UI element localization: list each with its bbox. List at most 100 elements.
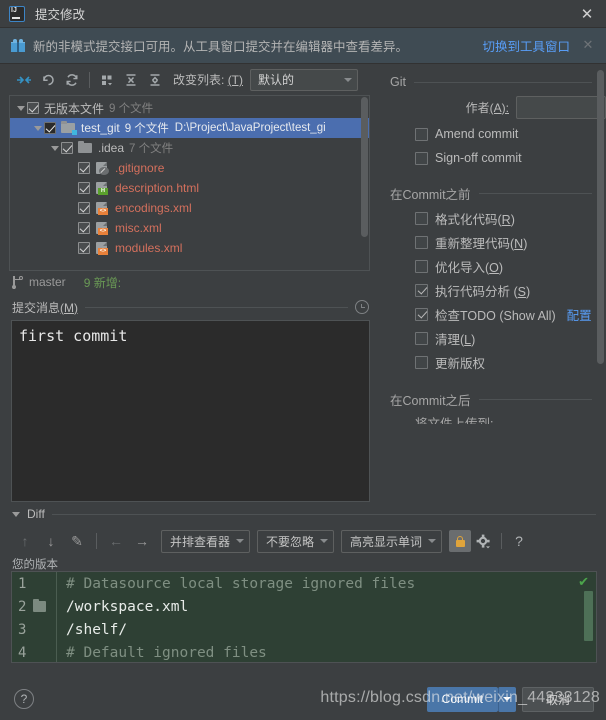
author-input[interactable] bbox=[516, 95, 606, 119]
chevron-down-icon bbox=[344, 77, 353, 82]
tree-row-icon: <> bbox=[95, 221, 110, 235]
commit-dropdown-button[interactable] bbox=[498, 686, 516, 712]
folder-icon bbox=[78, 140, 92, 153]
gear-icon[interactable] bbox=[471, 529, 495, 553]
diff-code-area[interactable]: # Datasource local storage ignored files… bbox=[56, 572, 596, 662]
tree-row-misc.xml[interactable]: <> misc.xml bbox=[10, 218, 369, 238]
expand-arrow-icon[interactable] bbox=[31, 125, 44, 131]
tree-row-.gitignore[interactable]: .gitignore bbox=[10, 158, 369, 178]
checkbox-box[interactable] bbox=[415, 283, 428, 297]
highlight-mode-dropdown[interactable]: 高亮显示单词 bbox=[341, 529, 443, 553]
line-number: 4 bbox=[18, 644, 27, 661]
tree-row-count: 7 个文件 bbox=[129, 143, 174, 155]
refresh-icon[interactable] bbox=[60, 68, 84, 92]
expand-all-icon[interactable] bbox=[119, 68, 143, 92]
chevron-down-icon[interactable] bbox=[12, 511, 20, 517]
checkbox-label: Amend commit bbox=[435, 127, 519, 141]
tree-row-.idea[interactable]: .idea 7 个文件 bbox=[10, 138, 369, 158]
check-todo-checkbox[interactable]: 检查TODO (Show All) 配置 bbox=[379, 302, 606, 326]
ignore-policy-dropdown[interactable]: 不要忽略 bbox=[257, 529, 335, 553]
diff-line-gutter: 4 bbox=[12, 641, 56, 662]
ignored-badge-icon bbox=[99, 167, 109, 175]
commit-message-value: first commit bbox=[19, 327, 128, 345]
checkbox-box[interactable] bbox=[415, 235, 428, 249]
diff-scrollbar[interactable] bbox=[584, 591, 593, 641]
optimize-imports-checkbox[interactable]: 优化导入(O) bbox=[379, 254, 606, 278]
accept-left-icon[interactable]: ← bbox=[103, 529, 129, 553]
author-label: 作者(A): bbox=[390, 99, 516, 116]
next-difference-icon[interactable]: ↓ bbox=[38, 529, 64, 553]
cancel-button[interactable]: 取消 bbox=[522, 686, 594, 712]
accept-right-icon[interactable]: → bbox=[129, 529, 155, 553]
chevron-down-icon bbox=[503, 697, 511, 701]
checkbox-box[interactable] bbox=[415, 151, 428, 165]
collapse-to-selection-icon[interactable] bbox=[12, 68, 36, 92]
changelist-dropdown[interactable]: 默认的 bbox=[250, 68, 359, 91]
question-mark-icon[interactable]: ? bbox=[508, 533, 530, 549]
banner-close-icon[interactable]: ✕ bbox=[578, 38, 598, 53]
dropdown-value: 高亮显示单词 bbox=[350, 534, 423, 549]
tree-row-checkbox[interactable] bbox=[78, 162, 90, 174]
tree-row-modules.xml[interactable]: <> modules.xml bbox=[10, 238, 369, 258]
tree-row-checkbox[interactable] bbox=[78, 222, 90, 234]
edit-source-icon[interactable]: ✎ bbox=[64, 529, 90, 553]
checkbox-box[interactable] bbox=[415, 307, 428, 321]
group-by-icon[interactable] bbox=[95, 68, 119, 92]
expand-arrow-icon[interactable] bbox=[48, 145, 61, 151]
rearrange-code-checkbox[interactable]: 重新整理代码(N) bbox=[379, 230, 606, 254]
help-button[interactable]: ? bbox=[14, 689, 34, 709]
changes-tree[interactable]: 无版本文件 9 个文件 test_git 9 个文件 D:\Project\JavaPr… bbox=[9, 95, 370, 271]
tree-row-checkbox[interactable] bbox=[61, 142, 73, 154]
checkbox-box[interactable] bbox=[415, 259, 428, 273]
switch-to-tool-window-link[interactable]: 切换到工具窗口 bbox=[482, 36, 570, 55]
checkbox-box[interactable] bbox=[415, 355, 428, 369]
tree-row-count: 9 个文件 bbox=[109, 103, 154, 115]
html-badge-icon: H bbox=[98, 188, 108, 195]
git-section-header: Git bbox=[379, 72, 606, 92]
reformat-code-checkbox[interactable]: 格式化代码(R) bbox=[379, 206, 606, 230]
checkbox-box[interactable] bbox=[415, 127, 428, 141]
commit-message-header: 提交消息(M) bbox=[0, 296, 379, 318]
tree-scrollbar[interactable] bbox=[361, 97, 368, 237]
amend-commit-checkbox[interactable]: Amend commit bbox=[379, 122, 606, 146]
tree-row-checkbox[interactable] bbox=[78, 202, 90, 214]
diff-code-line: # Default ignored files bbox=[66, 644, 267, 661]
previous-difference-icon[interactable]: ↑ bbox=[12, 529, 38, 553]
commit-button[interactable]: Commit bbox=[426, 686, 498, 712]
viewer-mode-dropdown[interactable]: 并排查看器 bbox=[161, 529, 251, 553]
checkbox-label: 清理(L) bbox=[435, 332, 476, 347]
tree-row-path: D:\Project\JavaProject\test_gi bbox=[174, 122, 326, 134]
changes-pane: 改变列表: (T) 默认的 无版本文件 9 个文件 test_git 9 个文件 D:\… bbox=[0, 64, 379, 502]
tree-row-checkbox[interactable] bbox=[44, 122, 56, 134]
configure-link[interactable]: 配置 bbox=[567, 305, 592, 324]
tree-row-icon bbox=[78, 140, 93, 155]
analyze-code-checkbox[interactable]: 执行代码分析 (S) bbox=[379, 278, 606, 302]
lock-icon[interactable] bbox=[449, 530, 472, 552]
checkbox-label: 优化导入(O) bbox=[435, 260, 504, 275]
fold-marker-icon[interactable] bbox=[33, 599, 46, 612]
diff-section-title: Diff bbox=[27, 507, 45, 521]
diff-viewer[interactable]: 1 2 3 4 # Datasource local storage ignored … bbox=[11, 571, 597, 663]
tree-row-label: encodings.xml bbox=[115, 201, 192, 215]
tree-row-icon: <> bbox=[95, 201, 110, 215]
update-copyright-checkbox[interactable]: 更新版权 bbox=[379, 350, 606, 374]
tree-row-checkbox[interactable] bbox=[78, 242, 90, 254]
commit-message-history-icon[interactable] bbox=[355, 300, 369, 314]
line-number: 1 bbox=[18, 575, 27, 592]
tree-row-test_git[interactable]: test_git 9 个文件 D:\Project\JavaProject\test… bbox=[10, 118, 369, 138]
tree-row-encodings.xml[interactable]: <> encodings.xml bbox=[10, 198, 369, 218]
tree-row-description.html[interactable]: Hdescription.html bbox=[10, 178, 369, 198]
cleanup-checkbox[interactable]: 清理(L) bbox=[379, 326, 606, 350]
sign-off-commit-checkbox[interactable]: Sign-off commit bbox=[379, 146, 606, 170]
tree-row-checkbox[interactable] bbox=[27, 102, 39, 114]
tree-row------[interactable]: 无版本文件 9 个文件 bbox=[10, 98, 369, 118]
options-scrollbar[interactable] bbox=[597, 70, 604, 364]
revert-icon[interactable] bbox=[36, 68, 60, 92]
commit-message-input[interactable]: first commit bbox=[11, 320, 370, 502]
window-close-icon[interactable]: ✕ bbox=[574, 3, 600, 25]
expand-arrow-icon[interactable] bbox=[14, 105, 27, 111]
checkbox-box[interactable] bbox=[415, 331, 428, 345]
collapse-all-icon[interactable] bbox=[143, 68, 167, 92]
tree-row-checkbox[interactable] bbox=[78, 182, 90, 194]
checkbox-box[interactable] bbox=[415, 211, 428, 225]
